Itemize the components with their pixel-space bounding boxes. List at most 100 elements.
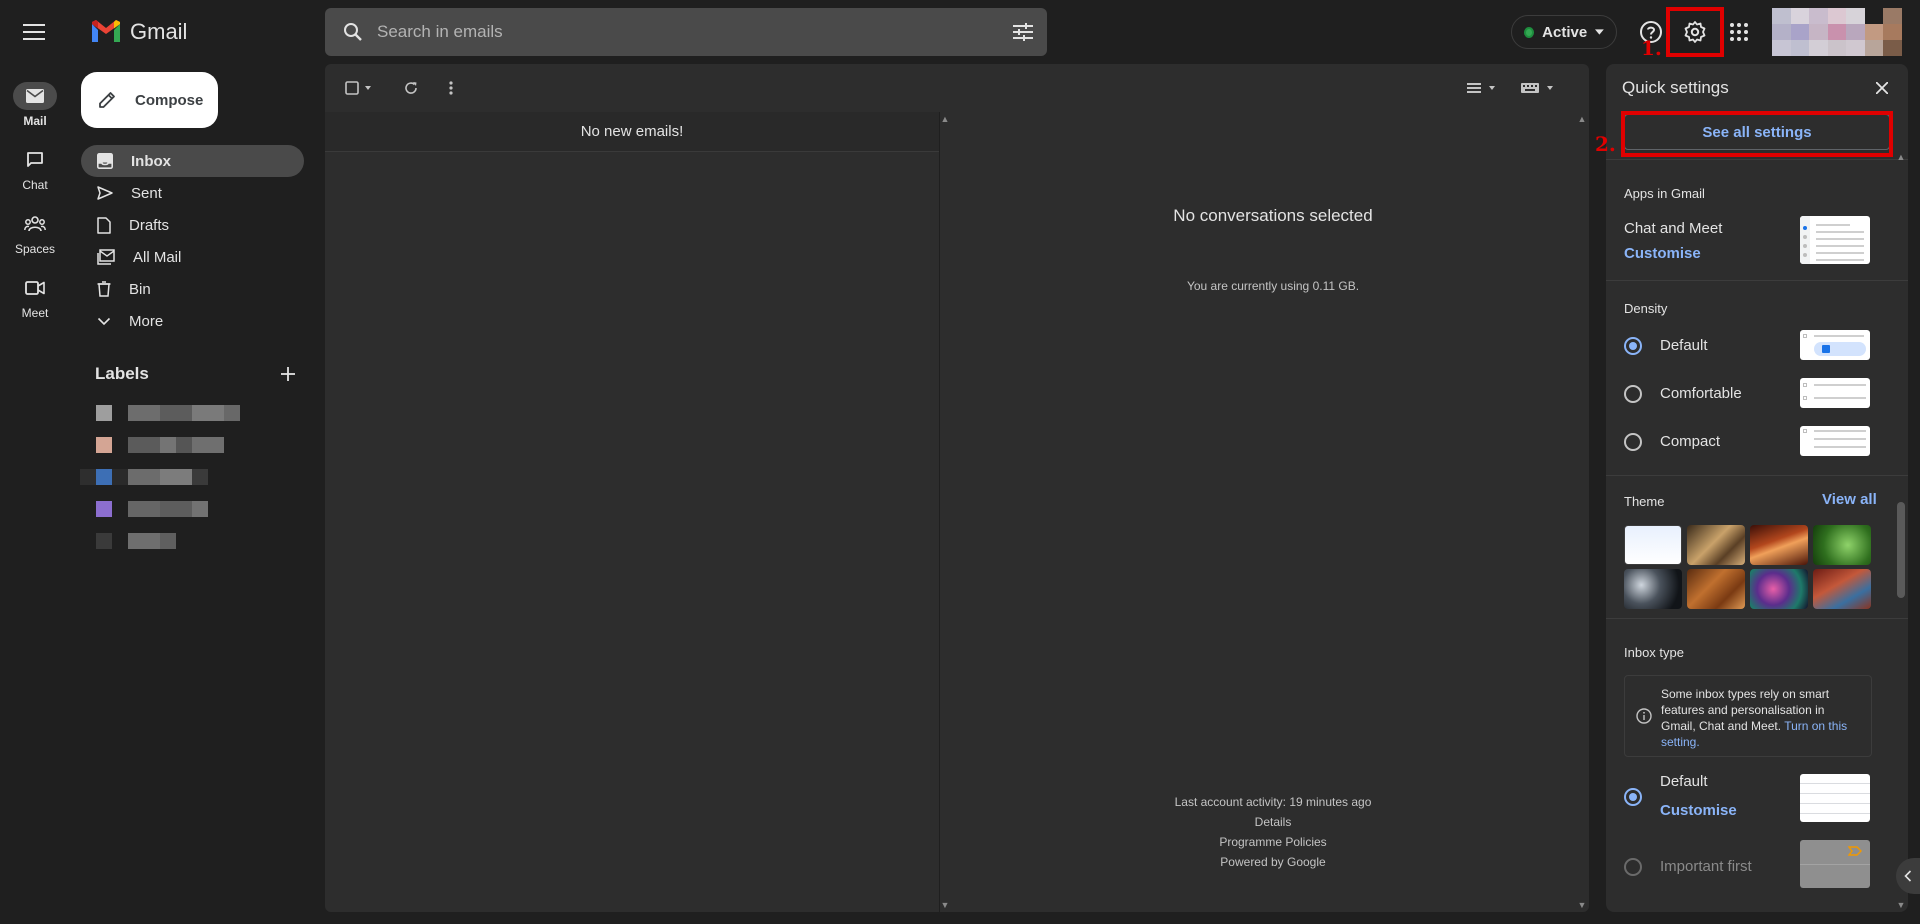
- label-item[interactable]: [96, 533, 176, 549]
- density-default-thumbnail: [1800, 330, 1870, 360]
- scroll-down-arrow[interactable]: ▼: [1577, 900, 1587, 910]
- top-bar: Gmail Active 1.: [0, 0, 1920, 64]
- main-menu-button[interactable]: [18, 16, 50, 48]
- filter-icon[interactable]: [999, 8, 1047, 56]
- rail-item-mail[interactable]: Mail: [0, 82, 70, 128]
- chevron-left-icon: [1904, 870, 1912, 882]
- no-conversation-title: No conversations selected: [1173, 206, 1373, 225]
- nav-item-sent[interactable]: Sent: [81, 177, 304, 209]
- inbox-customise-link[interactable]: Customise: [1660, 802, 1737, 819]
- scroll-up-arrow[interactable]: ▲: [1577, 114, 1587, 124]
- step-one-annotation: 1.: [1641, 36, 1662, 60]
- inbox-default-thumbnail: [1800, 774, 1870, 822]
- account-avatar[interactable]: [1772, 8, 1902, 56]
- rail-item-spaces[interactable]: Spaces: [0, 210, 70, 256]
- label-item[interactable]: [96, 437, 224, 453]
- theme-autumn-tile[interactable]: [1687, 569, 1745, 609]
- input-tools-toggle[interactable]: [1518, 72, 1558, 104]
- theme-lights-tile[interactable]: [1750, 569, 1808, 609]
- nav-label-sent: Sent: [131, 184, 162, 202]
- density-default-label: Default: [1660, 337, 1708, 354]
- label-color-swatch: [96, 405, 112, 421]
- rail-item-meet[interactable]: Meet: [0, 274, 70, 320]
- caret-down-icon: [1595, 29, 1604, 35]
- apps-customise-link[interactable]: Customise: [1624, 245, 1701, 262]
- message-list-pane: No new emails! ▲ ▼: [325, 112, 949, 912]
- meet-icon: [25, 281, 45, 295]
- quick-settings-panel: Quick settings See all settings Apps in …: [1606, 64, 1908, 912]
- refresh-button[interactable]: [395, 72, 427, 104]
- programme-policies-link[interactable]: Programme Policies: [957, 832, 1589, 852]
- scroll-up-arrow[interactable]: ▲: [1896, 152, 1906, 162]
- divider: [1606, 475, 1908, 476]
- gmail-m-icon: [92, 20, 120, 42]
- inbox-default-label: Default: [1660, 773, 1708, 790]
- label-item[interactable]: [96, 501, 208, 517]
- chevron-down-icon: [97, 317, 111, 325]
- see-all-settings-highlight-box: [1621, 111, 1893, 157]
- theme-bubbles-tile[interactable]: [1624, 569, 1682, 609]
- nav-label-drafts: Drafts: [129, 216, 170, 234]
- view-all-themes-link[interactable]: View all: [1822, 491, 1877, 508]
- compose-button[interactable]: Compose: [81, 72, 218, 128]
- theme-default-tile[interactable]: [1624, 525, 1682, 565]
- important-marker-icon: [1848, 846, 1862, 856]
- storage-usage: You are currently using 0.11 GB.: [1186, 279, 1360, 293]
- close-quick-settings-button[interactable]: [1872, 78, 1892, 98]
- inbox-icon: [97, 153, 113, 169]
- label-item[interactable]: [96, 405, 240, 421]
- apps-button[interactable]: [1723, 16, 1755, 48]
- scroll-down-arrow[interactable]: ▼: [1896, 900, 1906, 910]
- main-content: No new emails! ▲ ▼ No conversations sele…: [325, 64, 1589, 912]
- select-all-checkbox[interactable]: [339, 72, 379, 104]
- nav-item-bin[interactable]: Bin: [81, 273, 304, 305]
- rail-label-mail: Mail: [23, 114, 47, 128]
- split-pane-toggle[interactable]: [1462, 72, 1502, 104]
- label-item[interactable]: [80, 469, 208, 485]
- nav-item-more[interactable]: More: [81, 305, 304, 337]
- settings-highlight-box: [1666, 7, 1724, 57]
- quick-settings-scrollbar[interactable]: ▲ ▼: [1894, 152, 1908, 912]
- scroll-down-arrow[interactable]: ▼: [940, 900, 950, 910]
- labels-header: Labels: [95, 364, 295, 384]
- search-bar[interactable]: [325, 8, 1047, 56]
- quick-settings-title: Quick settings: [1622, 78, 1729, 97]
- density-default-radio[interactable]: [1624, 337, 1642, 355]
- divider: [1606, 618, 1908, 619]
- inbox-default-radio[interactable]: [1624, 788, 1642, 806]
- details-link[interactable]: Details: [957, 812, 1589, 832]
- inbox-type-section-title: Inbox type: [1624, 645, 1684, 660]
- inbox-type-info-text: Some inbox types rely on smart features …: [1661, 686, 1861, 750]
- search-input[interactable]: [377, 22, 999, 42]
- theme-landscape-tile[interactable]: [1813, 569, 1871, 609]
- rail-item-chat[interactable]: Chat: [0, 146, 70, 192]
- scroll-up-arrow[interactable]: ▲: [940, 114, 950, 124]
- nav-label-bin: Bin: [129, 280, 151, 298]
- app-rail: Mail Chat Spaces Meet: [0, 64, 70, 924]
- scrollbar-thumb[interactable]: [1897, 502, 1905, 598]
- more-vert-icon: [449, 81, 453, 95]
- last-activity: Last account activity: 19 minutes ago: [1174, 795, 1372, 809]
- more-actions-button[interactable]: [435, 72, 467, 104]
- add-label-icon[interactable]: [281, 367, 295, 381]
- inbox-important-first-thumbnail: [1800, 840, 1870, 888]
- gmail-logo[interactable]: Gmail: [90, 16, 187, 48]
- meet-pill: [13, 274, 57, 302]
- bin-icon: [97, 281, 111, 297]
- theme-chess-tile[interactable]: [1687, 525, 1745, 565]
- search-icon[interactable]: [329, 8, 377, 56]
- nav-item-all-mail[interactable]: All Mail: [81, 241, 304, 273]
- inbox-important-first-radio[interactable]: [1624, 858, 1642, 876]
- menu-icon: [23, 24, 45, 40]
- density-comfortable-radio[interactable]: [1624, 385, 1642, 403]
- rail-label-meet: Meet: [21, 306, 49, 320]
- status-dropdown[interactable]: Active: [1511, 15, 1617, 49]
- split-pane-icon: [1467, 83, 1495, 93]
- nav-item-inbox[interactable]: Inbox: [81, 145, 304, 177]
- keyboard-icon: [1521, 83, 1553, 93]
- rail-label-spaces: Spaces: [14, 242, 56, 256]
- theme-leaf-tile[interactable]: [1813, 525, 1871, 565]
- theme-canyon-tile[interactable]: [1750, 525, 1808, 565]
- nav-item-drafts[interactable]: Drafts: [81, 209, 304, 241]
- density-compact-radio[interactable]: [1624, 433, 1642, 451]
